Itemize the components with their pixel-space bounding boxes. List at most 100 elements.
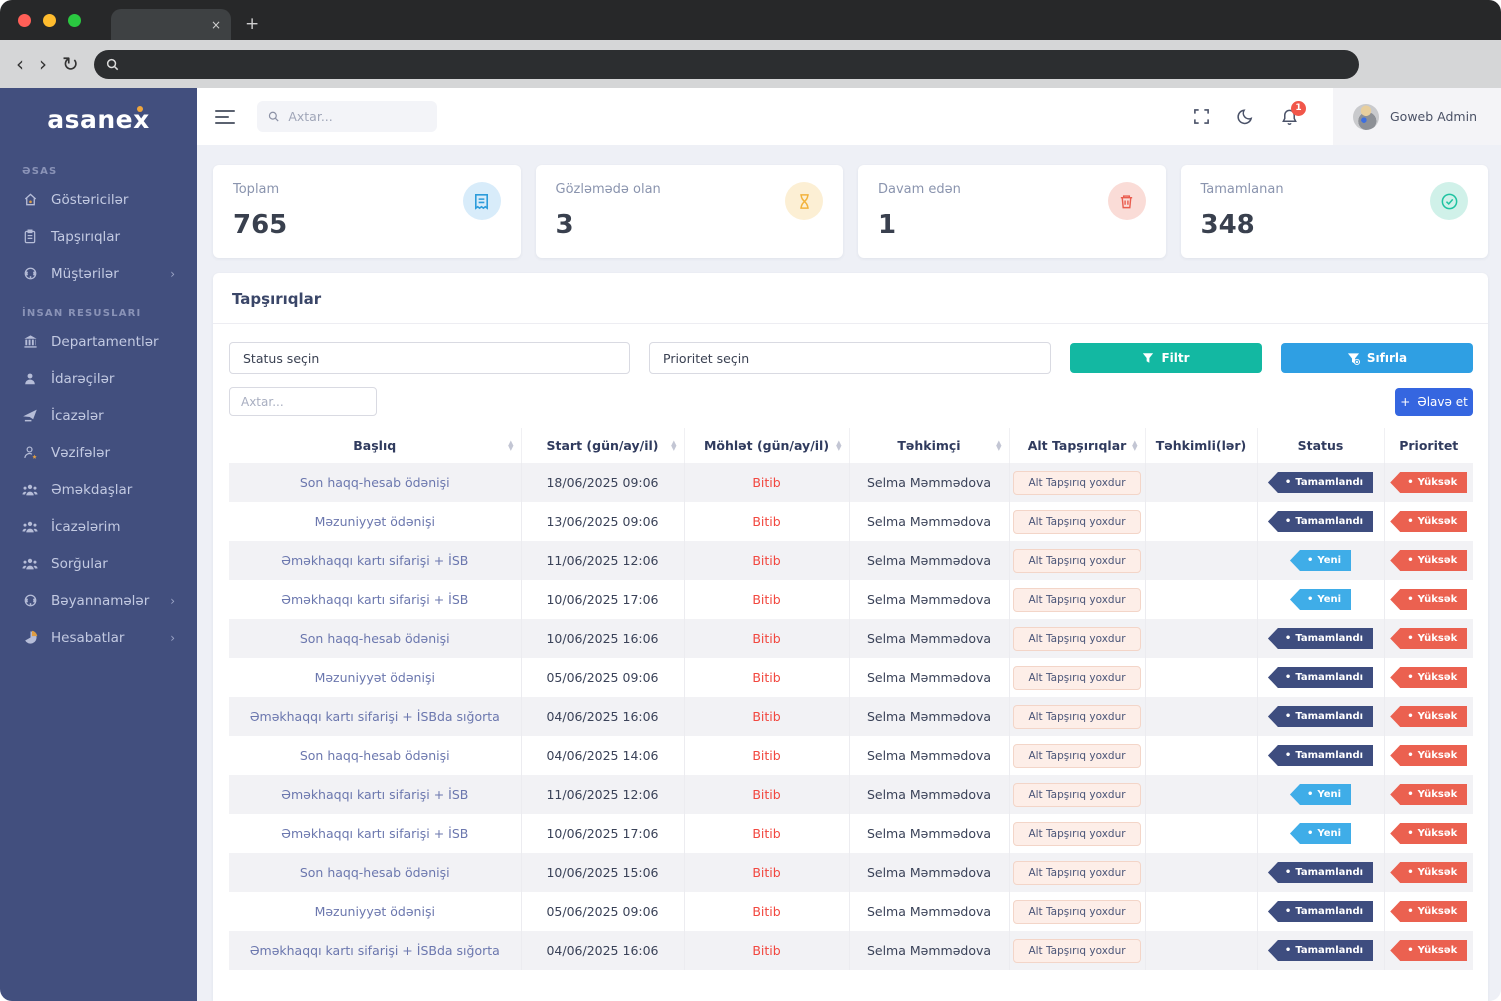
logo-dot: [137, 106, 143, 112]
sort-icon[interactable]: ▲ ▼: [996, 439, 1001, 451]
table-row[interactable]: Əməkhaqqı kartı sifarişi + İSB 11/06/2025…: [229, 541, 1473, 580]
task-deadline: Bitib: [684, 697, 850, 736]
column-header-4[interactable]: Təhkimçi ▲ ▼: [849, 428, 1010, 463]
user-menu[interactable]: Goweb Admin: [1333, 88, 1501, 145]
minimize-window-button[interactable]: [43, 14, 56, 27]
sidebar-item-tapşırıqlar[interactable]: Tapşırıqlar: [0, 218, 197, 255]
task-subtasks: Alt Tapşırıq yoxdur: [1009, 892, 1146, 931]
status-badge: • Tamamlandı: [1267, 511, 1374, 532]
table-row[interactable]: Son haqq-hesab ödənişi 04/06/2025 14:06 Bi…: [229, 736, 1473, 775]
task-status: • Yeni: [1257, 775, 1385, 814]
menu-toggle-icon[interactable]: [215, 109, 235, 124]
subtask-pill: Alt Tapşırıq yoxdur: [1013, 782, 1141, 807]
sort-icon[interactable]: ▲ ▼: [836, 439, 841, 451]
forward-icon[interactable]: ›: [39, 54, 47, 74]
table-row[interactable]: Məzuniyyət ödənişi 05/06/2025 09:06 Bitib S…: [229, 892, 1473, 931]
task-assigner: Selma Məmmədova: [849, 931, 1010, 970]
task-title[interactable]: Son haqq-hesab ödənişi: [229, 736, 522, 775]
browser-tab[interactable]: ×: [111, 9, 231, 40]
sidebar-item-departamentlər[interactable]: Departamentlər: [0, 323, 197, 360]
people-icon: [22, 556, 38, 572]
sidebar-item-göstəricilər[interactable]: Göstəricilər: [0, 181, 197, 218]
sort-icon[interactable]: ▲ ▼: [1132, 439, 1137, 451]
task-deadline: Bitib: [684, 502, 850, 541]
task-title[interactable]: Son haqq-hesab ödənişi: [229, 463, 522, 502]
priority-select[interactable]: Prioritet seçin: [649, 342, 1051, 374]
sidebar-item-bəyannamələr[interactable]: Bəyannamələr ›: [0, 582, 197, 619]
sort-icon[interactable]: ▲ ▼: [671, 439, 676, 451]
table-row[interactable]: Son haqq-hesab ödənişi 10/06/2025 16:06 Bi…: [229, 619, 1473, 658]
task-assignees: [1145, 463, 1258, 502]
table-row[interactable]: Əməkhaqqı kartı sifarişi + İSBda sığorta…: [229, 697, 1473, 736]
person-icon: [22, 371, 38, 387]
task-start: 11/06/2025 12:06: [521, 541, 685, 580]
sidebar-item-i̇cazələr[interactable]: İcazələr: [0, 397, 197, 434]
sidebar-item-müştərilər[interactable]: Müştərilər ›: [0, 255, 197, 292]
column-header-2[interactable]: Start (gün/ay/il) ▲ ▼: [521, 428, 685, 463]
task-start: 05/06/2025 09:06: [521, 892, 685, 931]
sidebar-item-i̇darəçilər[interactable]: İdarəçilər: [0, 360, 197, 397]
table-row[interactable]: Əməkhaqqı kartı sifarişi + İSB 10/06/2025…: [229, 814, 1473, 853]
sidebar-item-vəzifələr[interactable]: Vəzifələr: [0, 434, 197, 471]
dark-mode-moon-icon[interactable]: [1237, 108, 1254, 125]
funnel-icon: [1143, 353, 1154, 363]
tab-close-icon[interactable]: ×: [211, 18, 221, 32]
task-title[interactable]: Əməkhaqqı kartı sifarişi + İSB: [229, 775, 522, 814]
sort-icon[interactable]: ▲ ▼: [508, 439, 513, 451]
task-title[interactable]: Əməkhaqqı kartı sifarişi + İSBda sığorta: [229, 931, 522, 970]
column-header-8: Prioritet: [1399, 438, 1459, 453]
fullscreen-icon[interactable]: [1193, 108, 1210, 125]
table-row[interactable]: Əməkhaqqı kartı sifarişi + İSB 11/06/2025…: [229, 775, 1473, 814]
status-badge: • Tamamlandı: [1267, 628, 1374, 649]
table-row[interactable]: Əməkhaqqı kartı sifarişi + İSB 10/06/2025…: [229, 580, 1473, 619]
sidebar-item-i̇cazələrim[interactable]: İcazələrim: [0, 508, 197, 545]
task-title[interactable]: Əməkhaqqı kartı sifarişi + İSBda sığorta: [229, 697, 522, 736]
task-start: 10/06/2025 17:06: [521, 580, 685, 619]
task-title[interactable]: Son haqq-hesab ödənişi: [229, 853, 522, 892]
task-title[interactable]: Məzuniyyət ödənişi: [229, 502, 522, 541]
sidebar-item-label: İcazələr: [51, 407, 104, 424]
address-bar[interactable]: [93, 49, 1359, 79]
back-icon[interactable]: ‹: [16, 54, 24, 74]
table-row[interactable]: Son haqq-hesab ödənişi 18/06/2025 09:06 Bi…: [229, 463, 1473, 502]
new-tab-button[interactable]: +: [245, 14, 259, 34]
task-status: • Yeni: [1257, 541, 1385, 580]
task-title[interactable]: Əməkhaqqı kartı sifarişi + İSB: [229, 580, 522, 619]
search-icon: [268, 111, 279, 122]
funnel-off-icon: [1347, 352, 1360, 365]
task-start: 05/06/2025 09:06: [521, 658, 685, 697]
table-row[interactable]: Məzuniyyət ödənişi 05/06/2025 09:06 Bitib S…: [229, 658, 1473, 697]
sidebar-item-əməkdaşlar[interactable]: Əməkdaşlar: [0, 471, 197, 508]
global-search-input[interactable]: [288, 109, 426, 124]
status-badge: • Tamamlandı: [1267, 706, 1374, 727]
task-title[interactable]: Məzuniyyət ödənişi: [229, 658, 522, 697]
sidebar-item-sorğular[interactable]: Sorğular: [0, 545, 197, 582]
task-title[interactable]: Məzuniyyət ödənişi: [229, 892, 522, 931]
status-badge: • Yeni: [1289, 823, 1352, 844]
table-search-input[interactable]: [229, 387, 377, 416]
task-title[interactable]: Son haqq-hesab ödənişi: [229, 619, 522, 658]
table-row[interactable]: Məzuniyyət ödənişi 13/06/2025 09:06 Bitib S…: [229, 502, 1473, 541]
reset-button[interactable]: Sıfırla: [1281, 343, 1473, 373]
table-row[interactable]: Son haqq-hesab ödənişi 10/06/2025 15:06 Bi…: [229, 853, 1473, 892]
task-priority: • Yüksək: [1384, 736, 1473, 775]
reload-icon[interactable]: ↻: [62, 54, 79, 74]
notifications-bell-icon[interactable]: 1: [1281, 100, 1306, 126]
task-title[interactable]: Əməkhaqqı kartı sifarişi + İSB: [229, 541, 522, 580]
close-window-button[interactable]: [18, 14, 31, 27]
task-priority: • Yüksək: [1384, 619, 1473, 658]
priority-badge: • Yüksək: [1390, 628, 1468, 649]
column-header-5[interactable]: Alt Tapşırıqlar ▲ ▼: [1009, 428, 1146, 463]
add-task-button[interactable]: + Əlavə et: [1395, 387, 1473, 416]
table-row[interactable]: Əməkhaqqı kartı sifarişi + İSBda sığorta…: [229, 931, 1473, 970]
filter-button[interactable]: Filtr: [1070, 343, 1262, 373]
global-search[interactable]: [257, 101, 437, 132]
zoom-window-button[interactable]: [68, 14, 81, 27]
task-assignees: [1145, 814, 1258, 853]
sidebar-item-hesabatlar[interactable]: Hesabatlar ›: [0, 619, 197, 656]
status-select[interactable]: Status seçin: [229, 342, 630, 374]
column-header-3[interactable]: Möhlət (gün/ay/il) ▲ ▼: [684, 428, 850, 463]
task-title[interactable]: Əməkhaqqı kartı sifarişi + İSB: [229, 814, 522, 853]
column-header-1[interactable]: Başlıq ▲ ▼: [229, 428, 522, 463]
chevron-right-icon: ›: [170, 266, 175, 281]
